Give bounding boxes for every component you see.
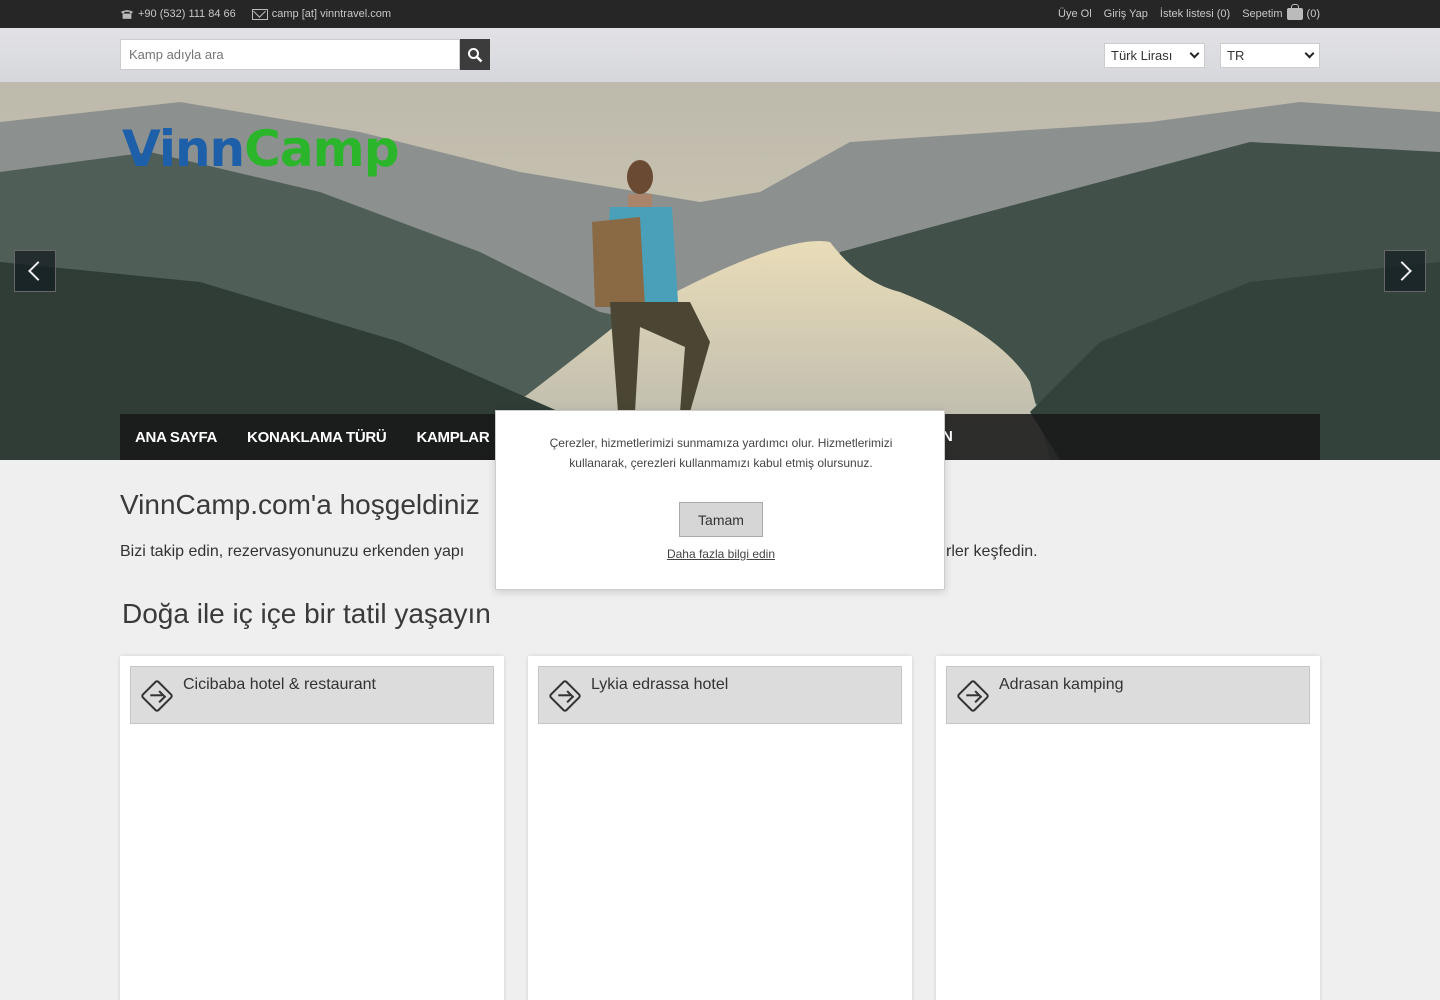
search-bar: Türk Lirası TR: [0, 28, 1440, 82]
cookie-consent-dialog: Çerezler, hizmetlerimizi sunmamıza yardı…: [495, 410, 945, 590]
cart-count: (0): [1306, 8, 1320, 20]
email-contact: camp [at] vinntravel.com: [251, 8, 391, 20]
card-title[interactable]: Adrasan kamping: [999, 676, 1124, 694]
chevron-down-icon: [1189, 48, 1200, 59]
cookie-accept-button[interactable]: Tamam: [679, 502, 763, 537]
welcome-heading: VinnCamp.com'a hoşgeldiniz: [120, 489, 480, 520]
camp-card[interactable]: Adrasan kamping: [936, 656, 1320, 1000]
card-header[interactable]: Adrasan kamping: [946, 666, 1310, 724]
phone-icon: [120, 10, 134, 19]
search-icon: [468, 47, 483, 62]
cookie-message: Çerezler, hizmetlerimizi sunmamıza yardı…: [549, 436, 893, 470]
card-header[interactable]: Lykia edrassa hotel: [538, 666, 902, 724]
intro-text: Bizi takip edin, rezervasyonunuzu erkend…: [120, 543, 465, 560]
camp-card[interactable]: Lykia edrassa hotel: [528, 656, 912, 1000]
nav-item-accommodation-type[interactable]: KONAKLAMA TÜRÜ: [247, 429, 387, 446]
wishlist-link[interactable]: İstek listesi (0): [1160, 8, 1230, 20]
cart-link[interactable]: Sepetim (0): [1242, 4, 1320, 20]
login-link[interactable]: Giriş Yap: [1104, 8, 1148, 20]
card-title[interactable]: Cicibaba hotel & restaurant: [183, 676, 376, 694]
arrow-right-icon: [140, 679, 174, 713]
slider-prev-button[interactable]: [14, 250, 56, 292]
register-link[interactable]: Üye Ol: [1058, 8, 1092, 20]
chevron-right-icon: [1392, 261, 1412, 281]
nav-item-camps[interactable]: KAMPLAR: [416, 429, 489, 446]
chevron-left-icon: [28, 261, 48, 281]
search-input[interactable]: [120, 39, 460, 70]
arrow-right-icon: [956, 679, 990, 713]
phone-contact: +90 (532) 111 84 66: [120, 8, 236, 20]
nav-item-home[interactable]: ANA SAYFA: [135, 429, 217, 446]
card-title[interactable]: Lykia edrassa hotel: [591, 676, 728, 694]
site-logo[interactable]: VinnCamp: [122, 120, 399, 178]
arrow-right-icon: [548, 679, 582, 713]
cart-icon: [1286, 4, 1303, 20]
currency-select[interactable]: Türk Lirası: [1104, 43, 1205, 68]
section-title: Doğa ile iç içe bir tatil yaşayın: [122, 598, 491, 629]
mail-icon: [251, 8, 268, 20]
language-value: TR: [1227, 48, 1245, 63]
email-address: camp [at] vinntravel.com: [271, 8, 391, 20]
card-header[interactable]: Cicibaba hotel & restaurant: [130, 666, 494, 724]
camp-card[interactable]: Cicibaba hotel & restaurant: [120, 656, 504, 1000]
phone-number: +90 (532) 111 84 66: [138, 8, 236, 20]
search-button[interactable]: [460, 39, 490, 70]
cookie-more-info-link[interactable]: Daha fazla bilgi edin: [496, 547, 946, 561]
slider-next-button[interactable]: [1384, 250, 1426, 292]
top-bar: +90 (532) 111 84 66 camp [at] vinntravel…: [0, 0, 1440, 28]
cart-label: Sepetim: [1242, 8, 1283, 20]
hero-slider: VinnCamp ANA SAYFA KONAKLAMA TÜRÜ KAMPLA…: [0, 82, 1440, 460]
language-select[interactable]: TR: [1220, 43, 1320, 68]
chevron-down-icon: [1304, 48, 1315, 59]
intro-text-end: rler keşfedin.: [946, 543, 1038, 560]
currency-value: Türk Lirası: [1111, 48, 1173, 63]
